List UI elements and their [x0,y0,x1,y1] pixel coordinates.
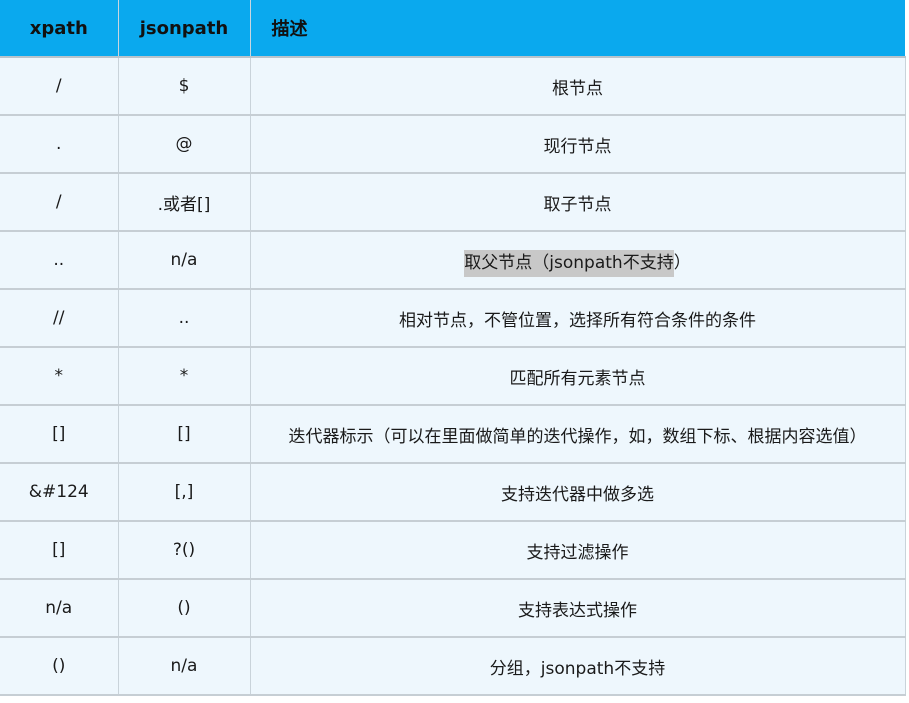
table-row: () n/a 分组，jsonpath不支持 [0,637,906,696]
cell-description: 支持迭代器中做多选 [250,463,906,522]
cell-xpath: * [0,347,119,406]
cell-jsonpath: () [118,579,251,638]
cell-jsonpath: [] [118,405,251,464]
cell-xpath: // [0,289,119,348]
header-row: xpath jsonpath 描述 [0,0,905,58]
column-header-xpath: xpath [0,0,119,58]
cell-description: 取父节点（jsonpath不支持） [250,231,906,290]
cell-description: 迭代器标示（可以在里面做简单的迭代操作，如，数组下标、根据内容选值） [250,405,906,464]
cell-description: 取子节点 [250,173,906,232]
cell-xpath: . [0,115,119,174]
table-row: .. n/a 取父节点（jsonpath不支持） [0,231,906,290]
cell-description: 现行节点 [250,115,906,174]
cell-description: 支持表达式操作 [250,579,906,638]
table-body: / $ 根节点 . @ 现行节点 / .或者[] 取子节点 .. n/a 取父节… [0,57,906,696]
cell-xpath: / [0,173,119,232]
cell-xpath: () [0,637,119,696]
cell-xpath: .. [0,231,119,290]
table-row: n/a () 支持表达式操作 [0,579,906,638]
table-row: [] [] 迭代器标示（可以在里面做简单的迭代操作，如，数组下标、根据内容选值） [0,405,906,464]
highlighted-text-selection: 取父节点（jsonpath不支持 [464,249,674,277]
cell-xpath: &#124 [0,463,119,522]
table-row: &#124 [,] 支持迭代器中做多选 [0,463,906,522]
column-header-jsonpath: jsonpath [118,0,251,58]
table-row: / .或者[] 取子节点 [0,173,906,232]
column-header-description: 描述 [250,0,905,58]
cell-jsonpath: $ [118,57,251,116]
table-row: * * 匹配所有元素节点 [0,347,906,406]
cell-xpath: [] [0,405,119,464]
cell-description: 根节点 [250,57,906,116]
cell-jsonpath: .. [118,289,251,348]
cell-xpath: [] [0,521,119,580]
cell-description: 分组，jsonpath不支持 [250,637,906,696]
cell-jsonpath: ?() [118,521,251,580]
cell-jsonpath: @ [118,115,251,174]
cell-jsonpath: .或者[] [118,173,251,232]
table-row: . @ 现行节点 [0,115,906,174]
cell-xpath: / [0,57,119,116]
cell-jsonpath: [,] [118,463,251,522]
cell-xpath: n/a [0,579,119,638]
table-row: / $ 根节点 [0,57,906,116]
cell-description: 相对节点，不管位置，选择所有符合条件的条件 [250,289,906,348]
table-header: xpath jsonpath 描述 [0,0,905,58]
cell-description: 支持过滤操作 [250,521,906,580]
cell-jsonpath: n/a [118,637,251,696]
cell-jsonpath: n/a [118,231,251,290]
description-tail: ） [673,252,691,273]
cell-jsonpath: * [118,347,251,406]
table-row: [] ?() 支持过滤操作 [0,521,906,580]
cell-description: 匹配所有元素节点 [250,347,906,406]
xpath-jsonpath-table: xpath jsonpath 描述 / $ 根节点 . @ 现行节点 / .或者… [0,0,906,696]
table-row: // .. 相对节点，不管位置，选择所有符合条件的条件 [0,289,906,348]
